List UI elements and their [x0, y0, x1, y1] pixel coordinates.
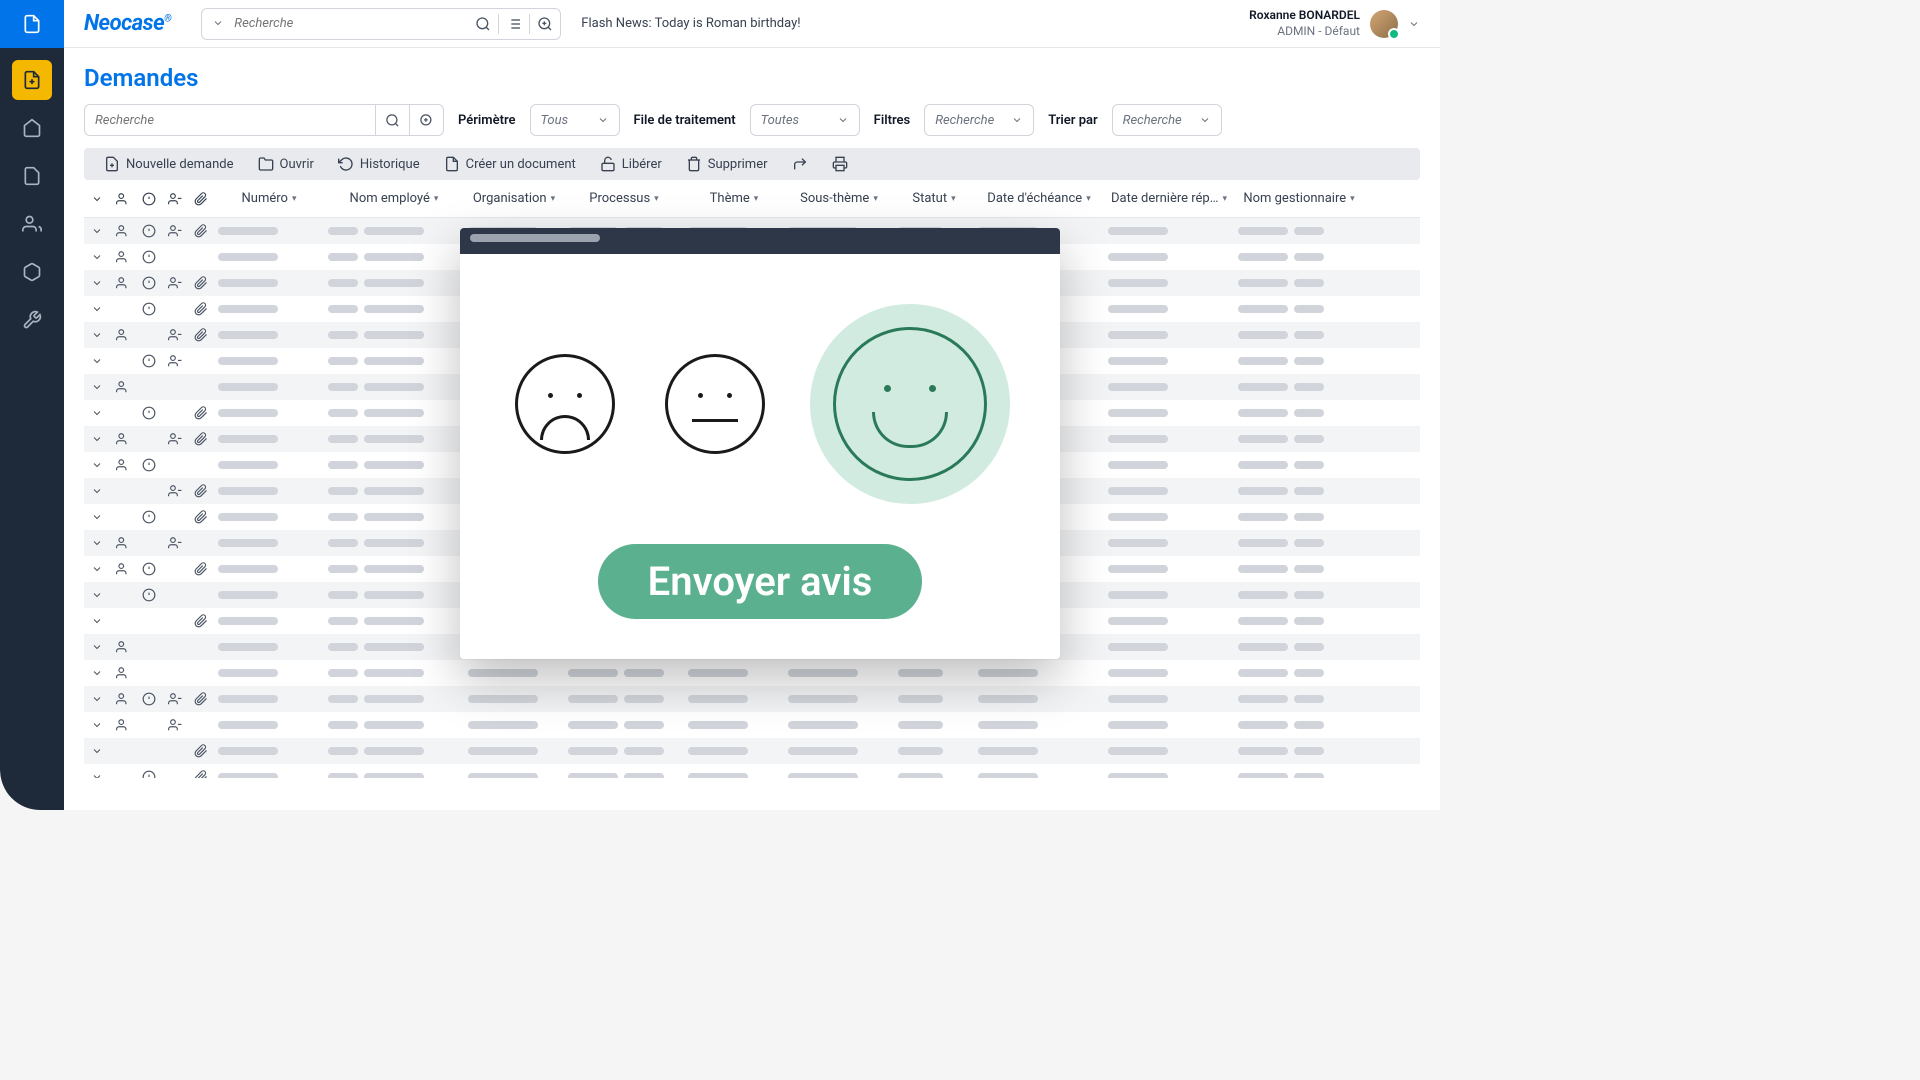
table-row[interactable]: [84, 686, 1420, 712]
col-attachment-icon[interactable]: [188, 192, 214, 206]
sidebar-users-icon[interactable]: [12, 204, 52, 244]
header: Neocase® Flash News: Today is Roman birt…: [64, 0, 1440, 48]
open-button[interactable]: Ouvrir: [258, 156, 314, 172]
feedback-neutral[interactable]: [660, 349, 770, 459]
col-date-echeance[interactable]: Date d'échéance▾: [974, 191, 1104, 206]
modal-title-placeholder: [470, 234, 600, 242]
table-header: Numéro▾ Nom employé▾ Organisation▾ Proce…: [84, 180, 1420, 218]
modal-header: [460, 228, 1060, 254]
col-organisation[interactable]: Organisation▾: [464, 191, 564, 206]
global-search[interactable]: [201, 8, 561, 40]
send-feedback-button[interactable]: Envoyer avis: [598, 544, 923, 619]
col-alert-icon[interactable]: [136, 192, 162, 206]
trier-label: Trier par: [1048, 113, 1097, 128]
col-userminus-icon[interactable]: [162, 192, 188, 206]
list-icon[interactable]: [499, 9, 529, 39]
trier-select[interactable]: Recherche: [1112, 104, 1222, 136]
search-icon[interactable]: [468, 9, 498, 39]
history-button[interactable]: Historique: [338, 156, 420, 172]
user-name: Roxanne BONARDEL: [1249, 8, 1360, 24]
filtres-select[interactable]: Recherche: [924, 104, 1034, 136]
user-role: ADMIN - Défaut: [1249, 24, 1360, 40]
table-row[interactable]: [84, 712, 1420, 738]
feedback-modal: Envoyer avis: [460, 228, 1060, 659]
zoom-icon[interactable]: [530, 9, 560, 39]
sidebar-box-icon[interactable]: [12, 252, 52, 292]
col-sous-theme[interactable]: Sous-thème▾: [784, 191, 894, 206]
feedback-sad[interactable]: [510, 349, 620, 459]
filter-bar: Périmètre Tous File de traitement Toutes…: [64, 104, 1440, 148]
delete-button[interactable]: Supprimer: [686, 156, 768, 172]
table-zoom-icon[interactable]: [409, 105, 443, 135]
flash-news: Flash News: Today is Roman birthday!: [581, 16, 1229, 31]
toolbar: Nouvelle demande Ouvrir Historique Créer…: [84, 148, 1420, 180]
sidebar-wrench-icon[interactable]: [12, 300, 52, 340]
table-row[interactable]: [84, 660, 1420, 686]
sidebar: [0, 0, 64, 810]
col-nom-gestionnaire[interactable]: Nom gestionnaire▾: [1234, 191, 1364, 206]
col-users-icon[interactable]: [110, 192, 136, 206]
col-expand[interactable]: [84, 193, 110, 205]
sidebar-document-icon[interactable]: [0, 0, 64, 48]
page-title: Demandes: [64, 48, 1440, 104]
avatar[interactable]: [1370, 10, 1398, 38]
col-theme[interactable]: Thème▾: [684, 191, 784, 206]
search-scope-chevron-icon[interactable]: [202, 14, 234, 33]
table-search[interactable]: [84, 104, 444, 136]
table-search-input[interactable]: [85, 113, 375, 128]
online-badge-icon: [1388, 28, 1400, 40]
sidebar-home-icon[interactable]: [12, 108, 52, 148]
sidebar-file-icon[interactable]: [12, 156, 52, 196]
perimetre-select[interactable]: Tous: [530, 104, 620, 136]
new-request-button[interactable]: Nouvelle demande: [104, 156, 234, 172]
file-label: File de traitement: [634, 113, 736, 128]
table-search-icon[interactable]: [375, 105, 409, 135]
file-select[interactable]: Toutes: [750, 104, 860, 136]
feedback-happy[interactable]: [810, 304, 1010, 504]
logo: Neocase®: [84, 11, 171, 36]
release-button[interactable]: Libérer: [600, 156, 662, 172]
table-row[interactable]: [84, 738, 1420, 764]
print-icon[interactable]: [832, 156, 848, 172]
chevron-down-icon[interactable]: [1408, 18, 1420, 30]
col-numero[interactable]: Numéro▾: [214, 191, 324, 206]
global-search-input[interactable]: [234, 16, 468, 31]
table-row[interactable]: [84, 764, 1420, 778]
create-doc-button[interactable]: Créer un document: [444, 156, 576, 172]
sidebar-new-document-icon[interactable]: [12, 60, 52, 100]
col-statut[interactable]: Statut▾: [894, 191, 974, 206]
user-menu[interactable]: Roxanne BONARDEL ADMIN - Défaut: [1249, 8, 1420, 39]
col-date-derniere[interactable]: Date dernière rép…▾: [1104, 191, 1234, 206]
col-processus[interactable]: Processus▾: [564, 191, 684, 206]
perimetre-label: Périmètre: [458, 113, 516, 128]
col-nom-employe[interactable]: Nom employé▾: [324, 191, 464, 206]
redo-icon[interactable]: [792, 156, 808, 172]
filtres-label: Filtres: [874, 113, 911, 128]
